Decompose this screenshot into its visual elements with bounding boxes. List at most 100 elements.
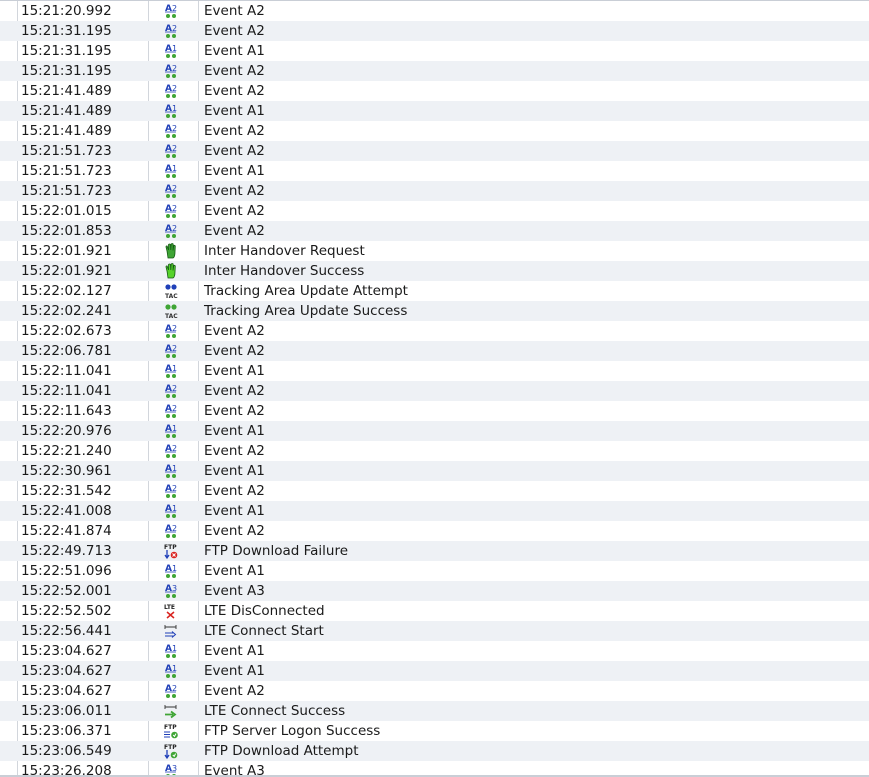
table-row[interactable]: 15:21:41.489 A 1 Event A1 — [0, 101, 869, 121]
table-row[interactable]: 15:21:31.195 A 2 Event A2 — [0, 61, 869, 81]
table-row[interactable]: 15:22:02.241 TAC Tracking Area Update Succ… — [0, 301, 869, 321]
row-timestamp: 15:21:41.489 — [21, 83, 112, 99]
svg-text:A: A — [165, 564, 172, 574]
table-row[interactable]: 15:22:41.874 A 2 Event A2 — [0, 521, 869, 541]
table-row[interactable]: 15:22:52.001 A 3 Event A3 — [0, 581, 869, 601]
table-row[interactable]: 15:22:21.240 A 2 Event A2 — [0, 441, 869, 461]
svg-text:TAC: TAC — [165, 313, 178, 320]
table-row[interactable]: 15:21:31.195 A 1 Event A1 — [0, 41, 869, 61]
row-timestamp: 15:21:31.195 — [21, 63, 112, 79]
svg-text:A: A — [165, 464, 172, 474]
event-a2-icon: A2 — [162, 342, 186, 360]
table-row[interactable]: 15:21:20.992 A 2 Event A2 — [0, 1, 869, 21]
row-gutter — [0, 61, 17, 81]
lte-connect-success-icon — [162, 702, 186, 720]
table-row[interactable]: 15:23:04.627 A 1 Event A1 — [0, 661, 869, 681]
svg-text:A: A — [165, 504, 172, 514]
row-gutter — [0, 621, 17, 641]
event-a1-icon: A1 — [162, 422, 186, 440]
row-event-name: Event A1 — [204, 43, 265, 59]
table-row[interactable]: 15:22:41.008 A 1 Event A1 — [0, 501, 869, 521]
row-gutter — [0, 241, 17, 261]
row-gutter — [0, 121, 17, 141]
table-row[interactable]: 15:22:11.041 A 2 Event A2 — [0, 381, 869, 401]
row-event-name: LTE Connect Start — [204, 623, 324, 639]
row-timestamp: 15:22:01.921 — [21, 243, 112, 259]
table-row[interactable]: 15:22:01.921 Inter Handover Request — [0, 241, 869, 261]
row-gutter — [0, 441, 17, 461]
table-row[interactable]: 15:22:01.015 A 2 Event A2 — [0, 201, 869, 221]
table-row[interactable]: 15:21:51.723 A 1 Event A1 — [0, 161, 869, 181]
table-row[interactable]: 15:22:49.713 FTP FTP Download Failure — [0, 541, 869, 561]
svg-text:A: A — [165, 204, 172, 214]
table-row[interactable]: 15:22:02.673 A 2 Event A2 — [0, 321, 869, 341]
event-a2-icon: A2 — [162, 682, 186, 700]
svg-text:A: A — [165, 684, 172, 694]
table-row[interactable]: 15:22:52.502 LTE LTE DisConnected — [0, 601, 869, 621]
row-timestamp: 15:22:02.127 — [21, 283, 112, 299]
event-a1-icon: A1 — [162, 502, 186, 520]
event-a2-icon: A2 — [162, 382, 186, 400]
row-timestamp: 15:22:06.781 — [21, 343, 112, 359]
row-gutter — [0, 201, 17, 221]
table-row[interactable]: 15:21:51.723 A 2 Event A2 — [0, 141, 869, 161]
row-timestamp: 15:22:56.441 — [21, 623, 112, 639]
svg-text:A: A — [165, 424, 172, 434]
row-gutter — [0, 481, 17, 501]
ftp-download-attempt-icon: FTP — [162, 742, 186, 760]
row-event-name: FTP Download Attempt — [204, 743, 359, 759]
table-row[interactable]: 15:23:04.627 A 1 Event A1 — [0, 641, 869, 661]
table-row[interactable]: 15:22:56.441 LTE Connect Start — [0, 621, 869, 641]
table-row[interactable]: 15:21:51.723 A 2 Event A2 — [0, 181, 869, 201]
row-gutter — [0, 461, 17, 481]
row-gutter — [0, 261, 17, 281]
table-row[interactable]: 15:22:01.921 Inter Handover Success — [0, 261, 869, 281]
event-a1-icon: A1 — [162, 162, 186, 180]
row-event-name: Event A2 — [204, 183, 265, 199]
row-gutter — [0, 41, 17, 61]
row-timestamp: 15:23:04.627 — [21, 683, 112, 699]
row-event-name: Event A1 — [204, 163, 265, 179]
table-row[interactable]: 15:21:31.195 A 2 Event A2 — [0, 21, 869, 41]
lte-disconnected-icon: LTE — [162, 602, 186, 620]
table-row[interactable]: 15:22:01.853 A 2 Event A2 — [0, 221, 869, 241]
row-timestamp: 15:22:49.713 — [21, 543, 112, 559]
row-event-name: Event A2 — [204, 23, 265, 39]
svg-text:A: A — [165, 524, 172, 534]
svg-text:A: A — [165, 104, 172, 114]
table-row[interactable]: 15:23:06.011 LTE Connect Success — [0, 701, 869, 721]
table-row[interactable]: 15:22:06.781 A 2 Event A2 — [0, 341, 869, 361]
table-row[interactable]: 15:22:20.976 A 1 Event A1 — [0, 421, 869, 441]
event-a1-icon: A1 — [162, 562, 186, 580]
event-log-list: 15:21:20.992 A 2 Event A2 15:21:31.195 A 2 Even… — [0, 0, 869, 777]
table-row[interactable]: 15:23:06.371 FTP FTP Server Logon Success — [0, 721, 869, 741]
row-event-name: Event A2 — [204, 383, 265, 399]
table-row[interactable]: 15:22:51.096 A 1 Event A1 — [0, 561, 869, 581]
row-gutter — [0, 181, 17, 201]
svg-text:A: A — [165, 64, 172, 74]
event-a2-icon: A2 — [162, 2, 186, 20]
table-row[interactable]: 15:23:04.627 A 2 Event A2 — [0, 681, 869, 701]
tac-success-icon: TAC — [162, 302, 186, 320]
table-row[interactable]: 15:21:41.489 A 2 Event A2 — [0, 81, 869, 101]
lte-connect-start-icon — [162, 622, 186, 640]
event-a2-icon: A2 — [162, 482, 186, 500]
row-gutter — [0, 401, 17, 421]
table-row[interactable]: 15:22:31.542 A 2 Event A2 — [0, 481, 869, 501]
table-row[interactable]: 15:22:02.127 TAC Tracking Area Update Atte… — [0, 281, 869, 301]
table-row[interactable]: 15:22:11.643 A 2 Event A2 — [0, 401, 869, 421]
row-event-name: Inter Handover Success — [204, 263, 365, 279]
svg-text:A: A — [165, 584, 172, 594]
svg-text:A: A — [165, 164, 172, 174]
row-timestamp: 15:23:06.549 — [21, 743, 112, 759]
row-gutter — [0, 341, 17, 361]
table-row[interactable]: 15:23:06.549 FTP FTP Download Attempt — [0, 741, 869, 761]
table-row[interactable]: 15:22:11.041 A 1 Event A1 — [0, 361, 869, 381]
row-timestamp: 15:23:04.627 — [21, 663, 112, 679]
table-row[interactable]: 15:22:30.961 A 1 Event A1 — [0, 461, 869, 481]
table-row[interactable]: 15:21:41.489 A 2 Event A2 — [0, 121, 869, 141]
row-timestamp: 15:21:51.723 — [21, 143, 112, 159]
event-a2-icon: A2 — [162, 322, 186, 340]
svg-text:A: A — [165, 644, 172, 654]
row-gutter — [0, 681, 17, 701]
